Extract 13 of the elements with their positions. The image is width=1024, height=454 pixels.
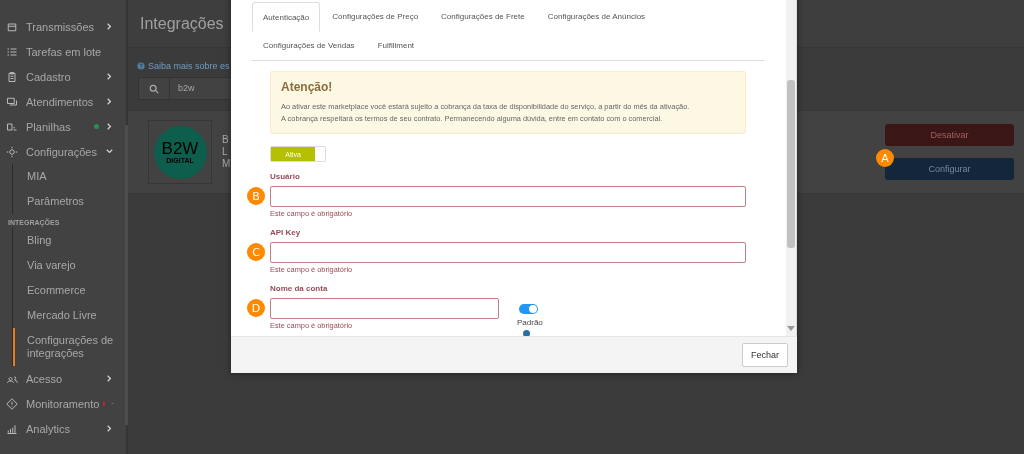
callout-badge: D — [247, 299, 265, 317]
callout-badge: C — [247, 243, 265, 261]
field-label: Usuário — [270, 172, 301, 181]
callout-badge: A — [876, 149, 894, 167]
page-title: Integrações — [140, 14, 224, 33]
alert-title: Atenção! — [281, 80, 334, 94]
integration-info: L — [222, 146, 229, 158]
integration-info: B — [222, 134, 230, 146]
field-label: API Key — [270, 228, 302, 237]
switch-label: Padrão — [517, 318, 543, 327]
integration-info: M — [222, 158, 231, 170]
field-label: Nome da conta — [270, 284, 329, 293]
callout-badge: B — [247, 187, 265, 205]
